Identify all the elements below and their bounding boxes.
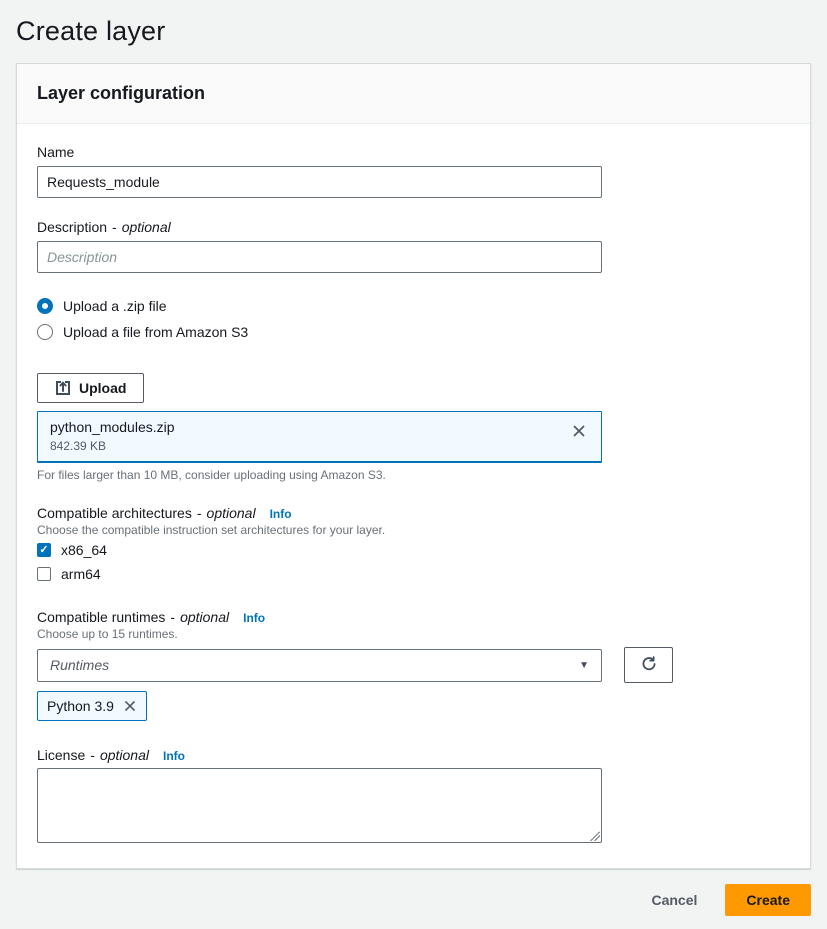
panel-header-title: Layer configuration xyxy=(37,83,790,104)
runtime-token-label: Python 3.9 xyxy=(47,698,114,714)
check-icon: ✓ xyxy=(39,545,48,556)
panel-header: Layer configuration xyxy=(17,64,810,124)
name-input[interactable] xyxy=(37,166,602,198)
radio-s3-label: Upload a file from Amazon S3 xyxy=(63,324,248,340)
architectures-section: Compatible architectures - optional Info… xyxy=(37,505,790,585)
uploaded-file-size: 842.39 KB xyxy=(50,439,175,453)
upload-button[interactable]: Upload xyxy=(37,373,144,403)
checkbox-arm64-control[interactable] xyxy=(37,567,51,581)
refresh-icon xyxy=(640,655,658,676)
runtimes-select-row: Runtimes ▼ xyxy=(37,647,790,683)
optional-suffix: optional xyxy=(122,219,171,235)
checkbox-arm64-label: arm64 xyxy=(61,566,101,582)
checkbox-x86-64[interactable]: ✓ x86_64 xyxy=(37,539,790,561)
optional-suffix: optional xyxy=(207,505,256,521)
panel-body: Name Description - optional Upload a .zi… xyxy=(17,124,810,868)
runtimes-label: Compatible runtimes - optional Info xyxy=(37,609,790,625)
architectures-description: Choose the compatible instruction set ar… xyxy=(37,523,790,537)
file-size-hint: For files larger than 10 MB, consider up… xyxy=(37,468,790,482)
description-input[interactable] xyxy=(37,241,602,273)
checkbox-x86-64-label: x86_64 xyxy=(61,542,107,558)
radio-zip-control[interactable] xyxy=(37,298,53,314)
chevron-down-icon: ▼ xyxy=(579,660,589,671)
layer-configuration-panel: Layer configuration Name Description - o… xyxy=(16,63,811,869)
remove-file-icon[interactable] xyxy=(569,421,589,446)
form-actions: Cancel Create xyxy=(16,884,811,916)
radio-upload-zip[interactable]: Upload a .zip file xyxy=(37,295,790,317)
runtime-token-python39: Python 3.9 xyxy=(37,691,147,721)
license-textarea[interactable] xyxy=(37,768,602,843)
page-title: Create layer xyxy=(16,14,811,63)
textarea-resize-handle[interactable] xyxy=(590,831,600,841)
license-label: License - optional Info xyxy=(37,747,790,763)
uploaded-file-info: python_modules.zip 842.39 KB xyxy=(50,419,175,453)
radio-upload-s3[interactable]: Upload a file from Amazon S3 xyxy=(37,321,790,343)
refresh-runtimes-button[interactable] xyxy=(624,647,673,683)
license-section: License - optional Info xyxy=(37,747,790,843)
checkbox-arm64[interactable]: arm64 xyxy=(37,563,790,585)
name-field-group: Name xyxy=(37,144,790,198)
uploaded-file-chip: python_modules.zip 842.39 KB xyxy=(37,411,602,463)
upload-button-label: Upload xyxy=(79,380,126,396)
create-layer-page: Create layer Layer configuration Name De… xyxy=(0,0,827,916)
radio-s3-control[interactable] xyxy=(37,324,53,340)
optional-suffix: optional xyxy=(100,747,149,763)
upload-source-radio-group: Upload a .zip file Upload a file from Am… xyxy=(37,295,790,343)
description-label: Description - optional xyxy=(37,219,790,235)
runtimes-section: Compatible runtimes - optional Info Choo… xyxy=(37,609,790,721)
description-field-group: Description - optional xyxy=(37,219,790,273)
checkbox-x86-64-control[interactable]: ✓ xyxy=(37,543,51,557)
runtimes-info-link[interactable]: Info xyxy=(243,611,265,625)
architectures-info-link[interactable]: Info xyxy=(270,507,292,521)
cancel-button[interactable]: Cancel xyxy=(651,892,697,908)
upload-icon xyxy=(55,380,71,396)
optional-suffix: optional xyxy=(180,609,229,625)
license-info-link[interactable]: Info xyxy=(163,749,185,763)
name-label: Name xyxy=(37,144,790,160)
runtimes-select-placeholder: Runtimes xyxy=(50,657,109,673)
runtimes-select[interactable]: Runtimes ▼ xyxy=(37,649,602,682)
architectures-label: Compatible architectures - optional Info xyxy=(37,505,790,521)
uploaded-file-name: python_modules.zip xyxy=(50,419,175,435)
runtimes-description: Choose up to 15 runtimes. xyxy=(37,627,790,641)
remove-runtime-icon[interactable] xyxy=(123,699,137,713)
create-button[interactable]: Create xyxy=(725,884,811,916)
radio-zip-label: Upload a .zip file xyxy=(63,298,167,314)
